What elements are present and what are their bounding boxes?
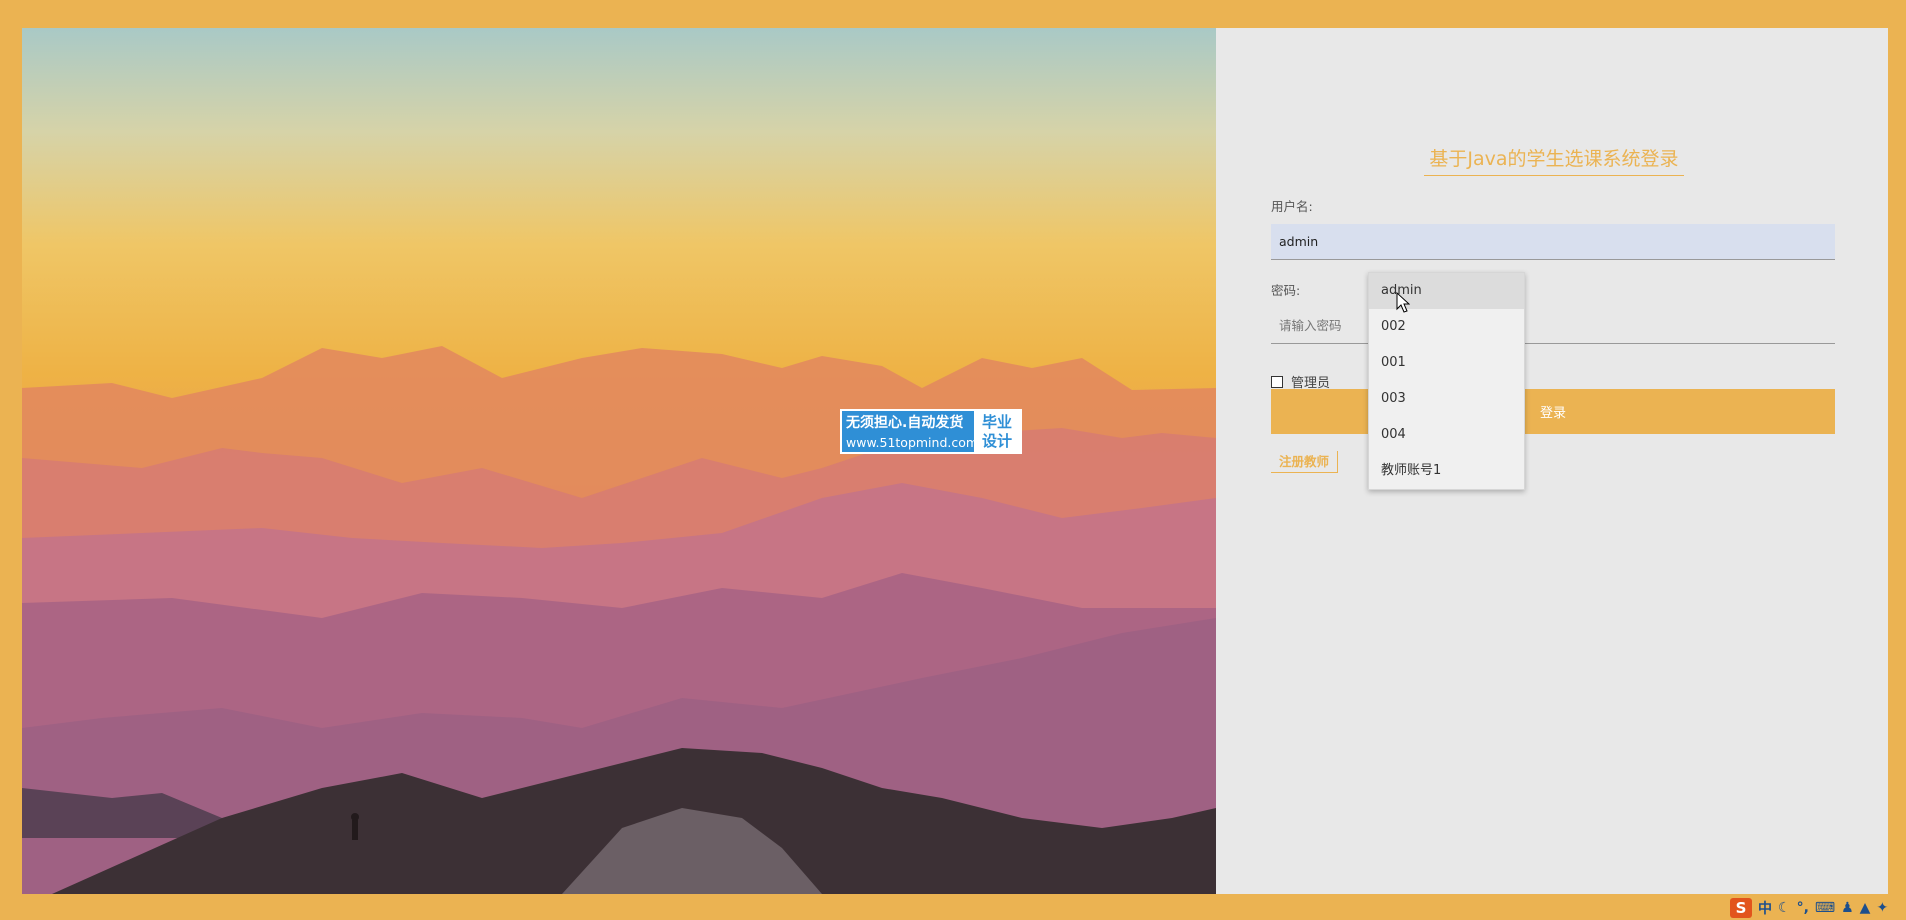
watermark-badge-line2: 设计 <box>981 432 1012 450</box>
autocomplete-option[interactable]: 003 <box>1369 381 1524 417</box>
username-autocomplete-dropdown[interactable]: admin 002 001 003 004 教师账号1 <box>1368 272 1525 490</box>
punctuation-icon[interactable]: °, <box>1797 900 1809 916</box>
login-button[interactable]: 登录 <box>1271 389 1835 434</box>
ime-logo-icon[interactable]: S <box>1730 897 1752 918</box>
password-label: 密码: <box>1271 283 1301 298</box>
background-landscape-image <box>22 28 1216 894</box>
login-panel: 基于Java的学生选课系统登录 用户名: 密码: 管理员 登录 注册教师 <box>1216 28 1888 894</box>
autocomplete-option[interactable]: 001 <box>1369 345 1524 381</box>
autocomplete-option[interactable]: 004 <box>1369 417 1524 453</box>
watermark-text: 无须担心.自动发货 www.51topmind.com <box>842 411 979 452</box>
mouse-pointer-icon <box>1396 292 1410 313</box>
username-label: 用户名: <box>1271 199 1313 214</box>
username-input[interactable] <box>1271 224 1835 260</box>
mountain-sunset-illustration <box>22 28 1216 894</box>
autocomplete-option[interactable]: 教师账号1 <box>1369 453 1524 489</box>
watermark-badge-line1: 毕业 <box>981 413 1012 431</box>
admin-checkbox[interactable] <box>1271 375 1283 388</box>
ime-mode-indicator[interactable]: 中 <box>1758 898 1772 918</box>
page-title: 基于Java的学生选课系统登录 <box>1424 144 1684 176</box>
watermark-line2: www.51topmind.com <box>846 435 979 450</box>
watermark-badge: 无须担心.自动发货 www.51topmind.com 毕业 设计 <box>840 409 1022 454</box>
shirt-icon[interactable]: ▲ <box>1860 900 1871 916</box>
user-icon[interactable]: ♟ <box>1841 900 1854 916</box>
keyboard-icon[interactable]: ⌨ <box>1815 900 1835 916</box>
watermark-graduation-badge: 毕业 设计 <box>974 411 1020 452</box>
watermark-line1: 无须担心.自动发货 <box>846 415 964 431</box>
autocomplete-option[interactable]: 002 <box>1369 309 1524 345</box>
system-tray: S 中 ☾ °, ⌨ ♟ ▲ ✦ <box>1730 895 1888 920</box>
register-teacher-link[interactable]: 注册教师 <box>1271 451 1339 473</box>
autocomplete-option[interactable]: admin <box>1369 273 1524 309</box>
wrench-icon[interactable]: ✦ <box>1876 900 1888 916</box>
app-frame: 基于Java的学生选课系统登录 用户名: 密码: 管理员 登录 注册教师 <box>22 28 1888 894</box>
password-input[interactable] <box>1271 308 1835 344</box>
moon-icon[interactable]: ☾ <box>1778 900 1791 916</box>
